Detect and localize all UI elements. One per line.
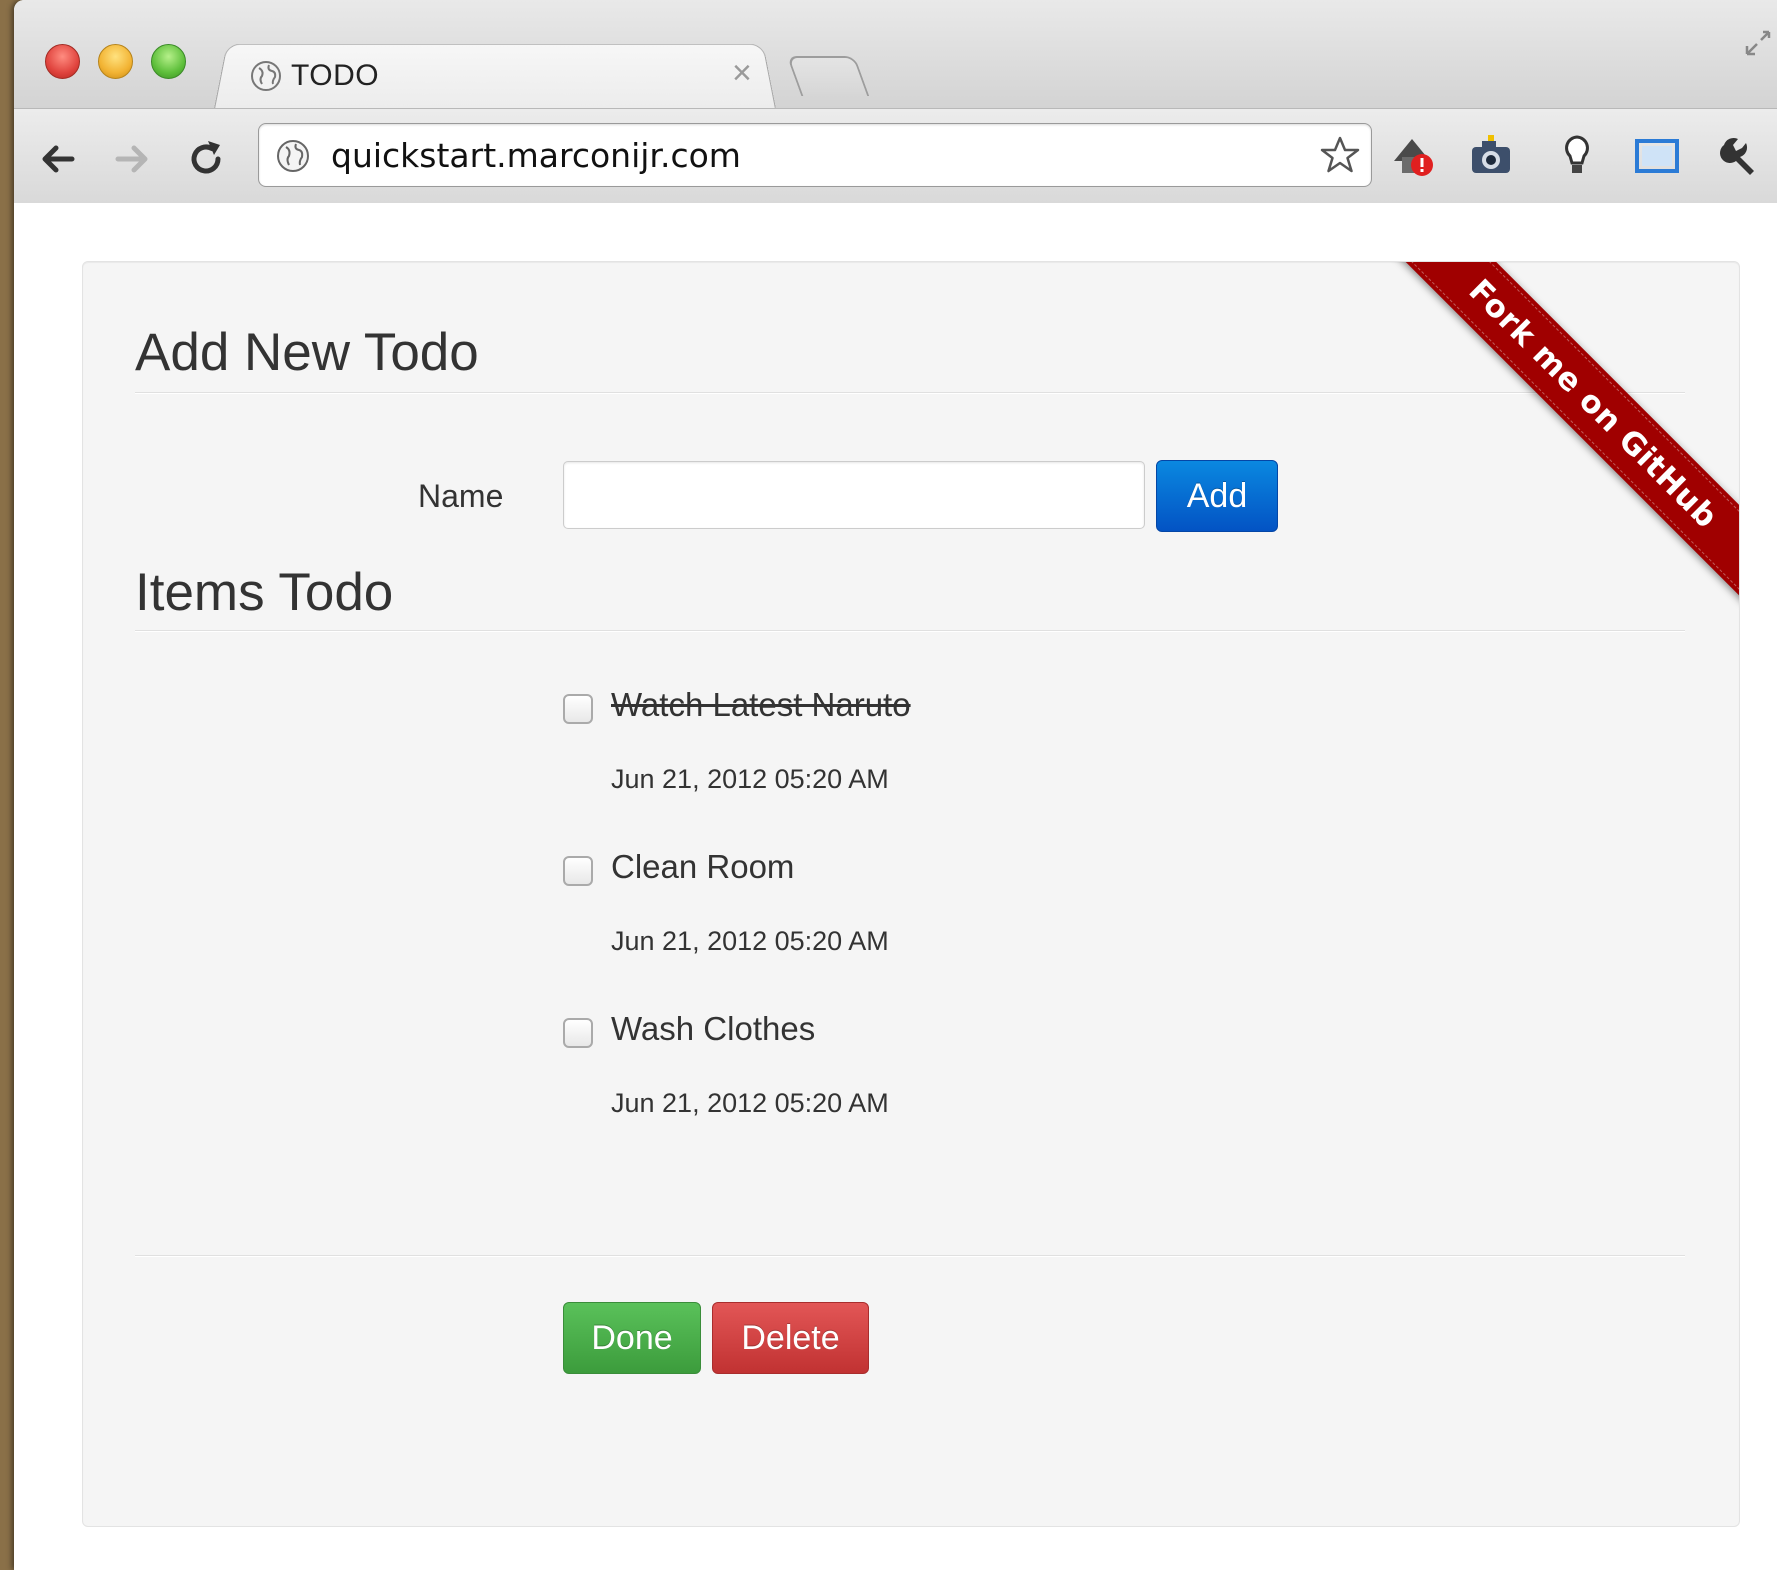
globe-icon <box>251 61 281 91</box>
address-bar[interactable]: quickstart.marconijr.com <box>258 123 1372 187</box>
delete-button[interactable]: Delete <box>712 1302 869 1374</box>
zoom-window-button[interactable] <box>151 44 186 79</box>
back-icon[interactable] <box>36 137 80 181</box>
todo-date: Jun 21, 2012 05:20 AM <box>611 1088 889 1118</box>
todo-title: Clean Room <box>611 848 795 885</box>
items-todo-heading: Items Todo <box>135 563 394 622</box>
title-bar: TODO × <box>14 0 1777 109</box>
globe-icon <box>277 140 309 172</box>
todo-panel: Add New Todo Name Add Items Todo Watch L… <box>82 261 1740 1527</box>
done-button[interactable]: Done <box>563 1302 701 1374</box>
close-window-button[interactable] <box>45 44 80 79</box>
close-icon[interactable]: × <box>732 54 752 93</box>
new-tab-button[interactable] <box>786 56 870 96</box>
tab-title: TODO <box>291 59 380 92</box>
divider <box>135 1255 1685 1257</box>
wrench-icon[interactable] <box>1714 131 1764 181</box>
todo-checkbox[interactable] <box>563 1018 593 1048</box>
todo-checkbox[interactable] <box>563 694 593 724</box>
screen-capture-icon[interactable] <box>1632 131 1682 181</box>
todo-checkbox[interactable] <box>563 856 593 886</box>
divider <box>135 630 1685 632</box>
todo-date: Jun 21, 2012 05:20 AM <box>611 764 889 794</box>
name-input[interactable] <box>563 461 1145 529</box>
name-label: Name <box>418 478 504 514</box>
github-ribbon[interactable]: Fork me on GitHub <box>1393 262 1739 604</box>
minimize-window-button[interactable] <box>98 44 133 79</box>
todo-date: Jun 21, 2012 05:20 AM <box>611 926 889 956</box>
fullscreen-icon[interactable] <box>1743 28 1773 58</box>
todo-title: Wash Clothes <box>611 1010 816 1047</box>
camera-icon[interactable] <box>1466 131 1516 181</box>
divider <box>135 392 1685 394</box>
todo-title: Watch Latest Naruto <box>611 686 911 723</box>
add-todo-heading: Add New Todo <box>135 323 479 382</box>
reload-icon[interactable] <box>184 137 228 181</box>
browser-toolbar: quickstart.marconijr.com <box>14 108 1777 204</box>
browser-window: TODO × quickstart.marconijr.com Add New … <box>14 0 1777 1570</box>
page-content: Add New Todo Name Add Items Todo Watch L… <box>14 203 1777 1570</box>
url-text: quickstart.marconijr.com <box>331 136 741 175</box>
lightbulb-icon[interactable] <box>1552 131 1602 181</box>
extension-alert-icon[interactable] <box>1388 131 1438 181</box>
star-icon[interactable] <box>1319 134 1361 176</box>
tab-content: TODO <box>249 52 379 100</box>
add-button[interactable]: Add <box>1156 460 1278 532</box>
forward-icon[interactable] <box>110 137 154 181</box>
